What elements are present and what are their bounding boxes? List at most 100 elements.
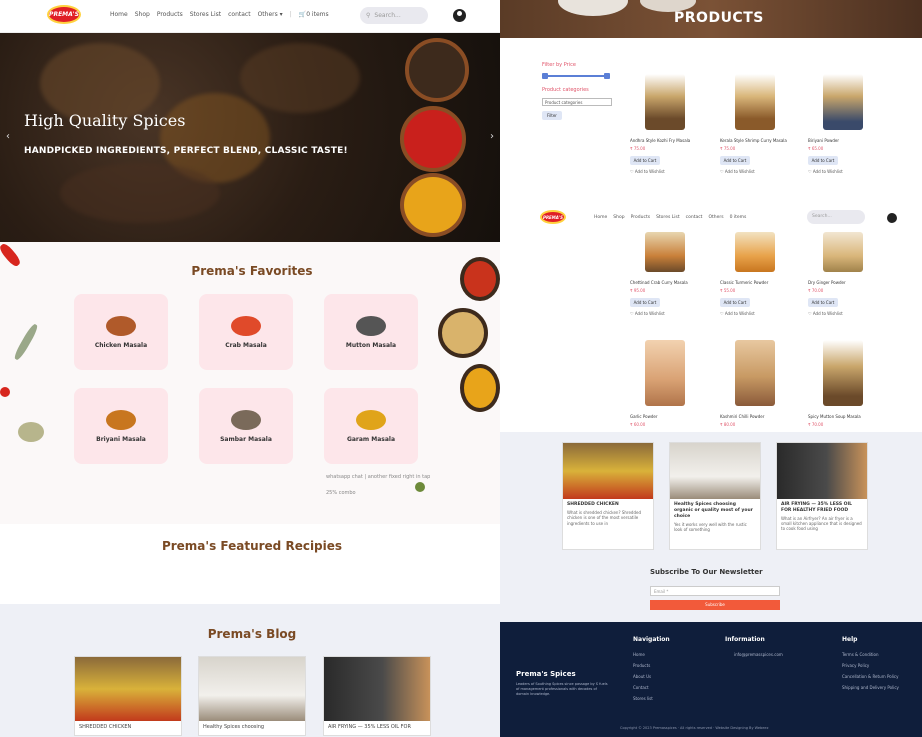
price-slider-track xyxy=(544,75,608,77)
blog-image xyxy=(324,657,430,721)
favorite-label: Garam Masala xyxy=(346,435,396,443)
product-card[interactable]: Dry Ginger Powder ₹ 70.00 Add to Cart ♡ … xyxy=(808,232,878,316)
product-card[interactable]: Classic Turmeric Powder ₹ 55.00 Add to C… xyxy=(720,232,790,316)
favorite-label: Briyani Masala xyxy=(96,435,146,443)
nav-links: Home Shop Products Stores List contact O… xyxy=(594,215,746,220)
add-to-cart-button[interactable]: Add to Cart xyxy=(808,156,838,165)
subscribe-button[interactable]: Subscribe xyxy=(650,600,780,610)
favorite-card-chicken-masala[interactable]: Chicken Masala xyxy=(74,294,168,370)
heart-icon: ♡ xyxy=(808,311,812,316)
brand-logo[interactable]: PREMA'S xyxy=(540,210,566,224)
blog-card[interactable]: SHREDDED CHICKEN xyxy=(74,656,182,736)
footer-link-home[interactable]: Home xyxy=(633,652,645,657)
products-banner: PRODUCTS xyxy=(500,0,922,38)
nav-products[interactable]: Products xyxy=(157,11,183,18)
product-card[interactable]: Kashmiri Chilli Powder ₹ 80.00 xyxy=(720,340,790,432)
nav-home[interactable]: Home xyxy=(594,215,607,220)
blog-card[interactable]: Healthy Spices choosing xyxy=(198,656,306,736)
blog-card-title: Healthy Spices choosing organic or quali… xyxy=(674,502,753,519)
favorite-card-briyani-masala[interactable]: Briyani Masala xyxy=(74,388,168,464)
add-to-cart-button[interactable]: Add to Cart xyxy=(808,298,838,307)
product-card[interactable]: Chettinad Crab Curry Masala ₹ 95.00 Add … xyxy=(630,232,700,316)
price-slider-min-handle[interactable] xyxy=(542,73,548,79)
hero-banner: ‹ › High Quality Spices HANDPICKED INGRE… xyxy=(0,33,500,242)
add-to-cart-button[interactable]: Add to Cart xyxy=(720,298,750,307)
product-card[interactable]: Spicy Mutton Soup Masala ₹ 70.00 xyxy=(808,340,878,432)
footer-link-products[interactable]: Products xyxy=(633,663,650,668)
footer-link-shipping[interactable]: Shipping and Delivery Policy xyxy=(842,685,899,690)
brand-logo[interactable]: PREMA'S xyxy=(47,5,81,24)
newsletter-title: Subscribe To Our Newsletter xyxy=(650,568,763,576)
product-image xyxy=(735,74,775,130)
price-slider[interactable] xyxy=(542,73,610,79)
favorite-card-garam-masala[interactable]: Garam Masala xyxy=(324,388,418,464)
product-card[interactable]: Biriyani Powder ₹ 65.00 Add to Cart ♡ Ad… xyxy=(808,74,878,174)
chat-widget-text: 25% combo xyxy=(326,490,356,496)
categories-select[interactable]: Product categories xyxy=(542,98,612,106)
wishlist-label: Add to Wishlist xyxy=(724,169,755,174)
blog-section: Prema's Blog SHREDDED CHICKEN Healthy Sp… xyxy=(0,604,500,737)
footer-link-stores[interactable]: Stores list xyxy=(633,696,653,701)
price-slider-max-handle[interactable] xyxy=(604,73,610,79)
nav-links: Home Shop Products Stores List contact O… xyxy=(110,11,329,18)
add-to-wishlist-link[interactable]: ♡ Add to Wishlist xyxy=(808,311,878,316)
blog-card[interactable]: AIR FRYING — 35% LESS OIL FOR HEALTHY FR… xyxy=(776,442,868,550)
product-price: ₹ 75.00 xyxy=(630,146,646,151)
nav-others[interactable]: Others xyxy=(708,215,723,220)
add-to-wishlist-link[interactable]: ♡ Add to Wishlist xyxy=(630,311,700,316)
search-input[interactable]: Search... xyxy=(807,210,865,224)
product-card[interactable]: Kerala Style Shrimp Curry Masala ₹ 75.00… xyxy=(720,74,790,174)
favorite-card-mutton-masala[interactable]: Mutton Masala xyxy=(324,294,418,370)
hero-next-arrow[interactable]: › xyxy=(490,131,494,142)
nav-contact[interactable]: contact xyxy=(228,11,250,18)
whatsapp-icon[interactable] xyxy=(415,482,425,492)
spice-pile-image xyxy=(240,43,360,113)
product-card[interactable]: Andhra Style Kozhi Fry Masala ₹ 75.00 Ad… xyxy=(630,74,700,174)
add-to-cart-button[interactable]: Add to Cart xyxy=(630,156,660,165)
add-to-wishlist-link[interactable]: ♡ Add to Wishlist xyxy=(720,169,790,174)
blog-card[interactable]: SHREDDED CHICKEN What is shredded chicke… xyxy=(562,442,654,550)
nav-shop[interactable]: Shop xyxy=(613,215,624,220)
add-to-wishlist-link[interactable]: ♡ Add to Wishlist xyxy=(630,169,700,174)
favorite-card-crab-masala[interactable]: Crab Masala xyxy=(199,294,293,370)
product-price: ₹ 75.00 xyxy=(720,146,736,151)
footer-link-privacy[interactable]: Privacy Policy xyxy=(842,663,869,668)
hero-prev-arrow[interactable]: ‹ xyxy=(6,131,10,142)
add-to-cart-button[interactable]: Add to Cart xyxy=(630,298,660,307)
nav-products[interactable]: Products xyxy=(631,215,650,220)
product-card[interactable]: Garlic Powder ₹ 60.00 xyxy=(630,340,700,432)
nav-home[interactable]: Home xyxy=(110,11,128,18)
footer-brand: Prema's Spices xyxy=(516,670,576,678)
user-account-icon[interactable] xyxy=(887,213,897,223)
nav-shop[interactable]: Shop xyxy=(135,11,150,18)
nav-stores-list[interactable]: Stores List xyxy=(190,11,221,18)
add-to-wishlist-link[interactable]: ♡ Add to Wishlist xyxy=(720,311,790,316)
product-image xyxy=(823,232,863,272)
blog-title: Prema's Blog xyxy=(207,627,297,641)
cart-link[interactable]: 🛒0 items xyxy=(299,11,329,18)
user-account-icon[interactable] xyxy=(453,9,466,22)
nav-others[interactable]: Others ▾ xyxy=(258,11,283,18)
newsletter-email-input[interactable]: Email * xyxy=(650,586,780,596)
footer-email-link[interactable]: info@premasspices.com xyxy=(734,652,783,657)
footer-link-contact[interactable]: Contact xyxy=(633,685,649,690)
footer-link-about[interactable]: About Us xyxy=(633,674,651,679)
search-input[interactable]: ⚲ Search... xyxy=(360,7,428,24)
sambar-bowl-icon xyxy=(231,409,261,430)
categories-label: Product categories xyxy=(542,87,589,93)
favorite-card-sambar-masala[interactable]: Sambar Masala xyxy=(199,388,293,464)
blog-card[interactable]: AIR FRYING — 35% LESS OIL FOR xyxy=(323,656,431,736)
nav-stores-list[interactable]: Stores List xyxy=(656,215,680,220)
blog-card-excerpt: Yes it works very well with the rustic l… xyxy=(674,521,747,532)
blog-card[interactable]: Healthy Spices choosing organic or quali… xyxy=(669,442,761,550)
nav-contact[interactable]: contact xyxy=(686,215,703,220)
add-to-wishlist-link[interactable]: ♡ Add to Wishlist xyxy=(808,169,878,174)
footer-link-terms[interactable]: Terms & Condition xyxy=(842,652,879,657)
add-to-cart-button[interactable]: Add to Cart xyxy=(720,156,750,165)
filter-button[interactable]: Filter xyxy=(542,111,562,120)
blog-caption: SHREDDED CHICKEN xyxy=(79,724,132,730)
cart-link[interactable]: 0 items xyxy=(730,215,747,220)
footer-link-cancellation[interactable]: Cancellation & Return Policy xyxy=(842,674,899,679)
product-name: Classic Turmeric Powder xyxy=(720,280,769,285)
chevron-down-icon: ▾ xyxy=(279,11,283,18)
